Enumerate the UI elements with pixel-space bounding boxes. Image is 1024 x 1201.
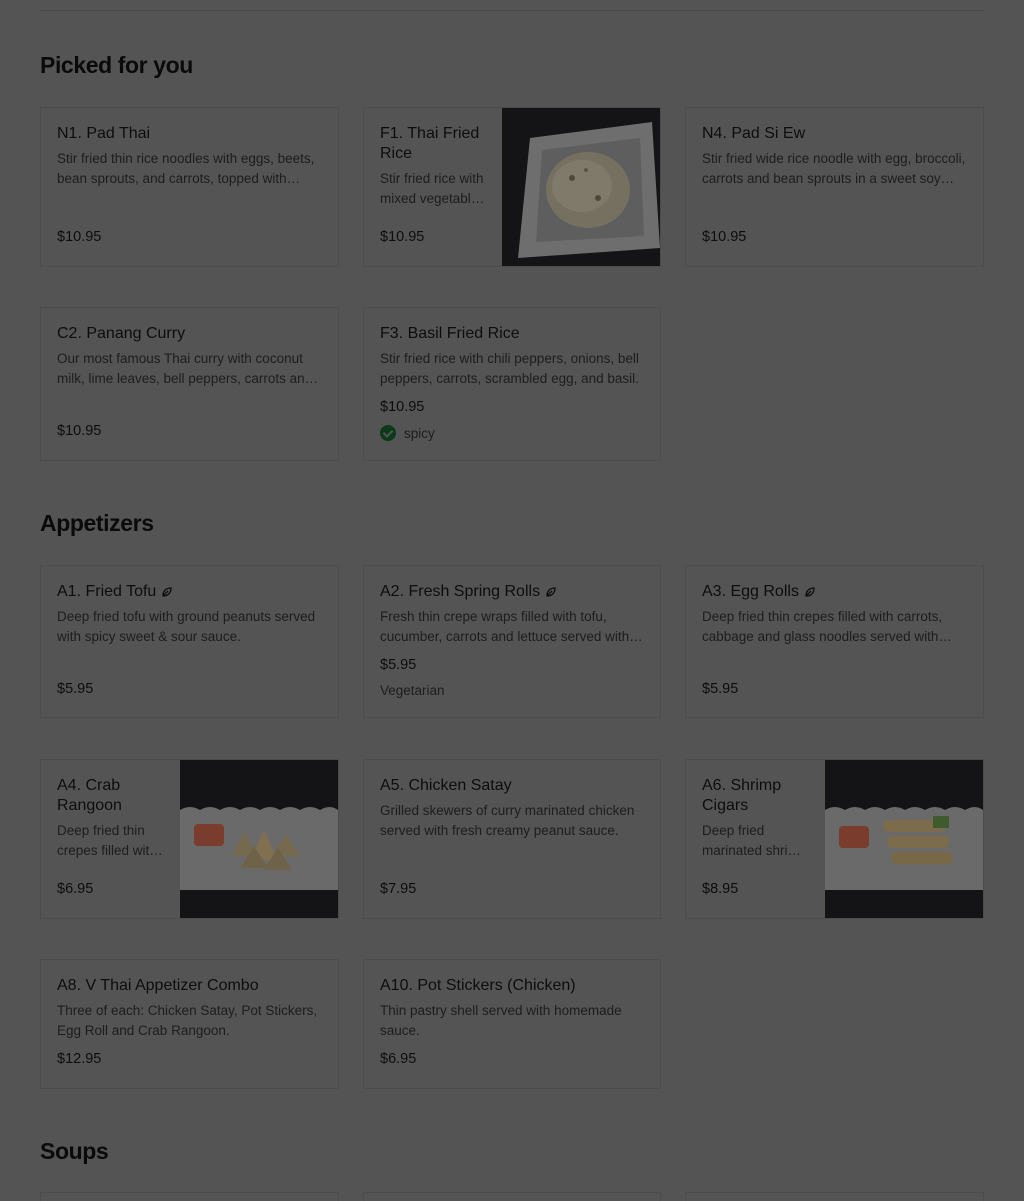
menu-item-card-f1[interactable]: F1. Thai Fried Rice Stir fried rice with… — [363, 107, 661, 267]
item-price: $5.95 — [702, 681, 739, 697]
item-name: A4. Crab Rangoon — [57, 777, 122, 814]
menu-item-card-c2[interactable]: C2. Panang Curry Our most famous Thai cu… — [40, 307, 339, 461]
menu-item-card-n4[interactable]: N4. Pad Si Ew Stir fried wide rice noodl… — [685, 107, 984, 267]
item-price: $10.95 — [702, 229, 747, 245]
section-title-soups: Soups — [40, 1138, 109, 1164]
item-price: $5.95 — [57, 681, 94, 697]
item-description: Deep fried thin crepes filled with cream… — [57, 823, 157, 858]
item-description: Three of each: Chicken Satay, Pot Sticke… — [57, 1003, 318, 1038]
section-title-picked: Picked for you — [40, 52, 193, 78]
item-name-row: A3. Egg Rolls — [702, 582, 967, 602]
item-name: A6. Shrimp Cigars — [702, 777, 782, 814]
item-price: $10.95 — [57, 423, 102, 439]
item-name: F3. Basil Fried Rice — [380, 325, 520, 342]
item-description: Deep fried marinated shrimp wrapped in t… — [702, 823, 807, 858]
item-price: $10.95 — [380, 399, 425, 415]
item-name: N1. Pad Thai — [57, 125, 151, 142]
item-name: A10. Pot Stickers (Chicken) — [380, 977, 576, 994]
item-name-row: A1. Fried Tofu — [57, 582, 322, 602]
item-price: $5.95 — [380, 657, 417, 673]
item-price: $8.95 — [702, 881, 739, 897]
item-description: Our most famous Thai curry with coconut … — [57, 351, 313, 386]
section-title-appetizers: Appetizers — [40, 510, 154, 536]
menu-item-card-a10[interactable]: A10. Pot Stickers (Chicken) Thin pastry … — [363, 959, 661, 1089]
item-description: Thin pastry shell served with homemade s… — [380, 1003, 622, 1038]
item-description: Deep fried tofu with ground peanuts serv… — [57, 609, 316, 644]
item-name: A8. V Thai Appetizer Combo — [57, 977, 259, 994]
divider — [40, 10, 984, 11]
menu-item-card-partial[interactable] — [363, 1192, 661, 1201]
item-price: $7.95 — [380, 881, 417, 897]
dietary-tag: spicy — [380, 425, 435, 441]
item-description: Stir fried rice with chili peppers, onio… — [380, 351, 639, 386]
dietary-tag-label: spicy — [404, 425, 435, 441]
item-name: C2. Panang Curry — [57, 325, 186, 342]
item-description: Fresh thin crepe wraps filled with tofu,… — [380, 609, 630, 644]
item-description: Deep fried thin crepes filled with carro… — [702, 609, 943, 644]
item-name: N4. Pad Si Ew — [702, 125, 806, 142]
leaf-icon — [546, 587, 556, 597]
menu-item-card-a5[interactable]: A5. Chicken Satay Grilled skewers of cur… — [363, 759, 661, 919]
leaf-icon — [162, 587, 172, 597]
item-name: A3. Egg Rolls — [702, 583, 799, 600]
leaf-icon — [805, 587, 815, 597]
menu-item-card-a1[interactable]: A1. Fried Tofu Deep fried tofu with grou… — [40, 565, 339, 718]
check-circle-icon — [380, 425, 396, 441]
item-description: Stir fried rice with mixed vegetables an… — [380, 171, 486, 206]
item-description: Stir fried wide rice noodle with egg, br… — [702, 151, 966, 186]
item-name: A2. Fresh Spring Rolls — [380, 583, 541, 600]
item-name: A5. Chicken Satay — [380, 777, 512, 794]
item-name: A1. Fried Tofu — [57, 583, 157, 600]
dietary-tag-label: Vegetarian — [380, 683, 445, 698]
item-name-row: A2. Fresh Spring Rolls — [380, 582, 644, 602]
menu-item-card-n1[interactable]: N1. Pad Thai Stir fried thin rice noodle… — [40, 107, 339, 267]
menu-item-card-a6[interactable]: A6. Shrimp Cigars Deep fried marinated s… — [685, 759, 984, 919]
menu-item-card-a8[interactable]: A8. V Thai Appetizer Combo Three of each… — [40, 959, 339, 1089]
item-name: F1. Thai Fried Rice — [380, 125, 480, 162]
item-description: Grilled skewers of curry marinated chick… — [380, 803, 635, 838]
item-description: Stir fried thin rice noodles with eggs, … — [57, 151, 315, 186]
item-photo-shrimp-cigars — [825, 760, 983, 918]
menu-item-card-a3[interactable]: A3. Egg Rolls Deep fried thin crepes fil… — [685, 565, 984, 718]
menu-page: Picked for you N1. Pad Thai Stir fried t… — [0, 0, 1024, 1201]
item-photo-crab-rangoon — [180, 760, 338, 918]
item-price: $12.95 — [57, 1051, 102, 1067]
menu-item-card-a2[interactable]: A2. Fresh Spring Rolls Fresh thin crepe … — [363, 565, 661, 718]
menu-item-card-f3[interactable]: F3. Basil Fried Rice Stir fried rice wit… — [363, 307, 661, 461]
menu-item-card-partial[interactable] — [685, 1192, 984, 1201]
item-price: $10.95 — [57, 229, 102, 245]
item-price: $6.95 — [57, 881, 94, 897]
menu-item-card-partial[interactable] — [40, 1192, 339, 1201]
item-photo-fried-rice — [502, 108, 660, 266]
item-price: $10.95 — [380, 229, 425, 245]
menu-item-card-a4[interactable]: A4. Crab Rangoon Deep fried thin crepes … — [40, 759, 339, 919]
item-price: $6.95 — [380, 1051, 417, 1067]
